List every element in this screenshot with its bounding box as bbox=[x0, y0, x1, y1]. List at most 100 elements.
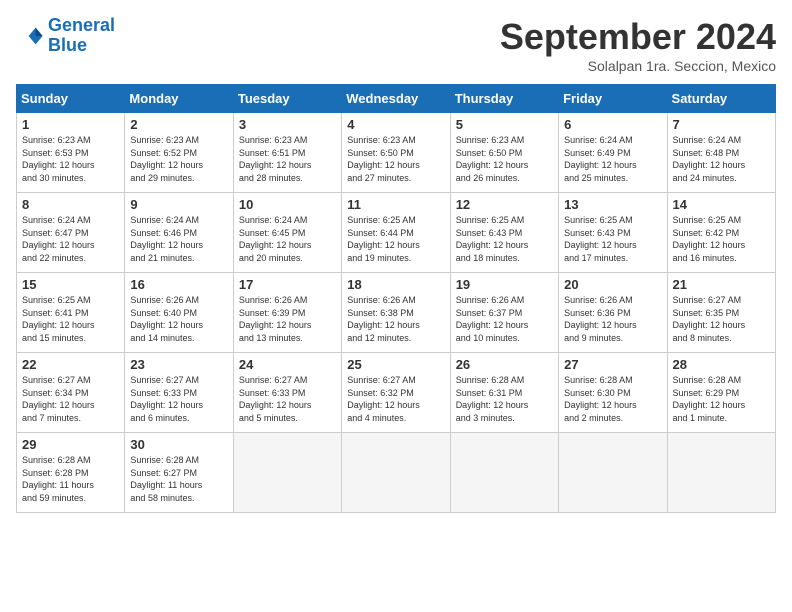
calendar-day: 27 Sunrise: 6:28 AMSunset: 6:30 PMDayligh… bbox=[559, 353, 667, 433]
day-number: 11 bbox=[347, 197, 444, 212]
day-number: 1 bbox=[22, 117, 119, 132]
day-number: 2 bbox=[130, 117, 227, 132]
week-row-2: 8Sunrise: 6:24 AMSunset: 6:47 PMDaylight… bbox=[17, 193, 776, 273]
calendar-day: 23 Sunrise: 6:27 AMSunset: 6:33 PMDayligh… bbox=[125, 353, 233, 433]
day-detail: Sunrise: 6:24 AMSunset: 6:49 PMDaylight:… bbox=[564, 134, 661, 184]
day-number: 12 bbox=[456, 197, 553, 212]
day-detail: Sunrise: 6:28 AMSunset: 6:29 PMDaylight:… bbox=[673, 374, 770, 424]
day-number: 22 bbox=[22, 357, 119, 372]
calendar-day bbox=[559, 433, 667, 513]
day-detail: Sunrise: 6:24 AMSunset: 6:47 PMDaylight:… bbox=[22, 214, 119, 264]
day-number: 4 bbox=[347, 117, 444, 132]
day-number: 20 bbox=[564, 277, 661, 292]
calendar-day: 25 Sunrise: 6:27 AMSunset: 6:32 PMDayligh… bbox=[342, 353, 450, 433]
day-detail: Sunrise: 6:28 AMSunset: 6:28 PMDaylight:… bbox=[22, 454, 119, 504]
day-detail: Sunrise: 6:28 AMSunset: 6:30 PMDaylight:… bbox=[564, 374, 661, 424]
day-number: 9 bbox=[130, 197, 227, 212]
day-detail: Sunrise: 6:24 AMSunset: 6:48 PMDaylight:… bbox=[673, 134, 770, 184]
day-number: 18 bbox=[347, 277, 444, 292]
day-detail: Sunrise: 6:26 AMSunset: 6:36 PMDaylight:… bbox=[564, 294, 661, 344]
day-number: 17 bbox=[239, 277, 336, 292]
col-saturday: Saturday bbox=[667, 85, 775, 113]
day-number: 30 bbox=[130, 437, 227, 452]
calendar-table: Sunday Monday Tuesday Wednesday Thursday… bbox=[16, 84, 776, 513]
day-number: 29 bbox=[22, 437, 119, 452]
calendar-day: 9 Sunrise: 6:24 AMSunset: 6:46 PMDaylight… bbox=[125, 193, 233, 273]
logo-icon bbox=[16, 22, 44, 50]
calendar-day: 6 Sunrise: 6:24 AMSunset: 6:49 PMDaylight… bbox=[559, 113, 667, 193]
calendar-day: 19 Sunrise: 6:26 AMSunset: 6:37 PMDayligh… bbox=[450, 273, 558, 353]
day-detail: Sunrise: 6:26 AMSunset: 6:37 PMDaylight:… bbox=[456, 294, 553, 344]
day-detail: Sunrise: 6:27 AMSunset: 6:33 PMDaylight:… bbox=[130, 374, 227, 424]
week-row-4: 22Sunrise: 6:27 AMSunset: 6:34 PMDayligh… bbox=[17, 353, 776, 433]
day-detail: Sunrise: 6:25 AMSunset: 6:41 PMDaylight:… bbox=[22, 294, 119, 344]
day-detail: Sunrise: 6:23 AMSunset: 6:50 PMDaylight:… bbox=[456, 134, 553, 184]
calendar-day: 20 Sunrise: 6:26 AMSunset: 6:36 PMDayligh… bbox=[559, 273, 667, 353]
day-number: 6 bbox=[564, 117, 661, 132]
calendar-day: 5 Sunrise: 6:23 AMSunset: 6:50 PMDaylight… bbox=[450, 113, 558, 193]
day-number: 7 bbox=[673, 117, 770, 132]
col-tuesday: Tuesday bbox=[233, 85, 341, 113]
logo-blue: Blue bbox=[48, 35, 87, 55]
day-detail: Sunrise: 6:26 AMSunset: 6:38 PMDaylight:… bbox=[347, 294, 444, 344]
day-number: 23 bbox=[130, 357, 227, 372]
day-detail: Sunrise: 6:26 AMSunset: 6:40 PMDaylight:… bbox=[130, 294, 227, 344]
calendar-day: 8Sunrise: 6:24 AMSunset: 6:47 PMDaylight… bbox=[17, 193, 125, 273]
calendar-day bbox=[233, 433, 341, 513]
calendar-day: 30Sunrise: 6:28 AMSunset: 6:27 PMDayligh… bbox=[125, 433, 233, 513]
calendar-day: 12 Sunrise: 6:25 AMSunset: 6:43 PMDayligh… bbox=[450, 193, 558, 273]
calendar-day bbox=[450, 433, 558, 513]
day-number: 21 bbox=[673, 277, 770, 292]
calendar-header-row: Sunday Monday Tuesday Wednesday Thursday… bbox=[17, 85, 776, 113]
day-number: 16 bbox=[130, 277, 227, 292]
col-thursday: Thursday bbox=[450, 85, 558, 113]
day-detail: Sunrise: 6:23 AMSunset: 6:52 PMDaylight:… bbox=[130, 134, 227, 184]
day-detail: Sunrise: 6:25 AMSunset: 6:43 PMDaylight:… bbox=[456, 214, 553, 264]
calendar-day: 4Sunrise: 6:23 AMSunset: 6:50 PMDaylight… bbox=[342, 113, 450, 193]
day-number: 14 bbox=[673, 197, 770, 212]
logo: General Blue bbox=[16, 16, 115, 56]
col-monday: Monday bbox=[125, 85, 233, 113]
title-block: September 2024 Solalpan 1ra. Seccion, Me… bbox=[500, 16, 776, 74]
day-number: 15 bbox=[22, 277, 119, 292]
day-number: 26 bbox=[456, 357, 553, 372]
logo-text: General Blue bbox=[48, 16, 115, 56]
col-wednesday: Wednesday bbox=[342, 85, 450, 113]
col-friday: Friday bbox=[559, 85, 667, 113]
day-detail: Sunrise: 6:25 AMSunset: 6:44 PMDaylight:… bbox=[347, 214, 444, 264]
calendar-day: 7 Sunrise: 6:24 AMSunset: 6:48 PMDaylight… bbox=[667, 113, 775, 193]
location-subtitle: Solalpan 1ra. Seccion, Mexico bbox=[500, 58, 776, 74]
day-number: 24 bbox=[239, 357, 336, 372]
day-detail: Sunrise: 6:24 AMSunset: 6:45 PMDaylight:… bbox=[239, 214, 336, 264]
day-detail: Sunrise: 6:23 AMSunset: 6:51 PMDaylight:… bbox=[239, 134, 336, 184]
page-header: General Blue September 2024 Solalpan 1ra… bbox=[16, 16, 776, 74]
day-number: 25 bbox=[347, 357, 444, 372]
calendar-day: 15 Sunrise: 6:25 AMSunset: 6:41 PMDayligh… bbox=[17, 273, 125, 353]
day-detail: Sunrise: 6:27 AMSunset: 6:32 PMDaylight:… bbox=[347, 374, 444, 424]
calendar-day: 2 Sunrise: 6:23 AMSunset: 6:52 PMDaylight… bbox=[125, 113, 233, 193]
day-detail: Sunrise: 6:26 AMSunset: 6:39 PMDaylight:… bbox=[239, 294, 336, 344]
day-detail: Sunrise: 6:27 AMSunset: 6:33 PMDaylight:… bbox=[239, 374, 336, 424]
month-title: September 2024 bbox=[500, 16, 776, 58]
day-number: 13 bbox=[564, 197, 661, 212]
week-row-5: 29 Sunrise: 6:28 AMSunset: 6:28 PMDayligh… bbox=[17, 433, 776, 513]
day-number: 5 bbox=[456, 117, 553, 132]
day-number: 28 bbox=[673, 357, 770, 372]
calendar-day: 17 Sunrise: 6:26 AMSunset: 6:39 PMDayligh… bbox=[233, 273, 341, 353]
calendar-day: 24 Sunrise: 6:27 AMSunset: 6:33 PMDayligh… bbox=[233, 353, 341, 433]
calendar-day: 3Sunrise: 6:23 AMSunset: 6:51 PMDaylight… bbox=[233, 113, 341, 193]
day-detail: Sunrise: 6:27 AMSunset: 6:35 PMDaylight:… bbox=[673, 294, 770, 344]
week-row-1: 1Sunrise: 6:23 AMSunset: 6:53 PMDaylight… bbox=[17, 113, 776, 193]
calendar-day: 22Sunrise: 6:27 AMSunset: 6:34 PMDayligh… bbox=[17, 353, 125, 433]
week-row-3: 15 Sunrise: 6:25 AMSunset: 6:41 PMDayligh… bbox=[17, 273, 776, 353]
calendar-day: 10Sunrise: 6:24 AMSunset: 6:45 PMDayligh… bbox=[233, 193, 341, 273]
calendar-day: 18 Sunrise: 6:26 AMSunset: 6:38 PMDayligh… bbox=[342, 273, 450, 353]
day-number: 27 bbox=[564, 357, 661, 372]
logo-general: General bbox=[48, 15, 115, 35]
day-detail: Sunrise: 6:24 AMSunset: 6:46 PMDaylight:… bbox=[130, 214, 227, 264]
day-number: 19 bbox=[456, 277, 553, 292]
calendar-day: 26 Sunrise: 6:28 AMSunset: 6:31 PMDayligh… bbox=[450, 353, 558, 433]
calendar-day: 13Sunrise: 6:25 AMSunset: 6:43 PMDayligh… bbox=[559, 193, 667, 273]
day-detail: Sunrise: 6:25 AMSunset: 6:42 PMDaylight:… bbox=[673, 214, 770, 264]
day-detail: Sunrise: 6:28 AMSunset: 6:31 PMDaylight:… bbox=[456, 374, 553, 424]
